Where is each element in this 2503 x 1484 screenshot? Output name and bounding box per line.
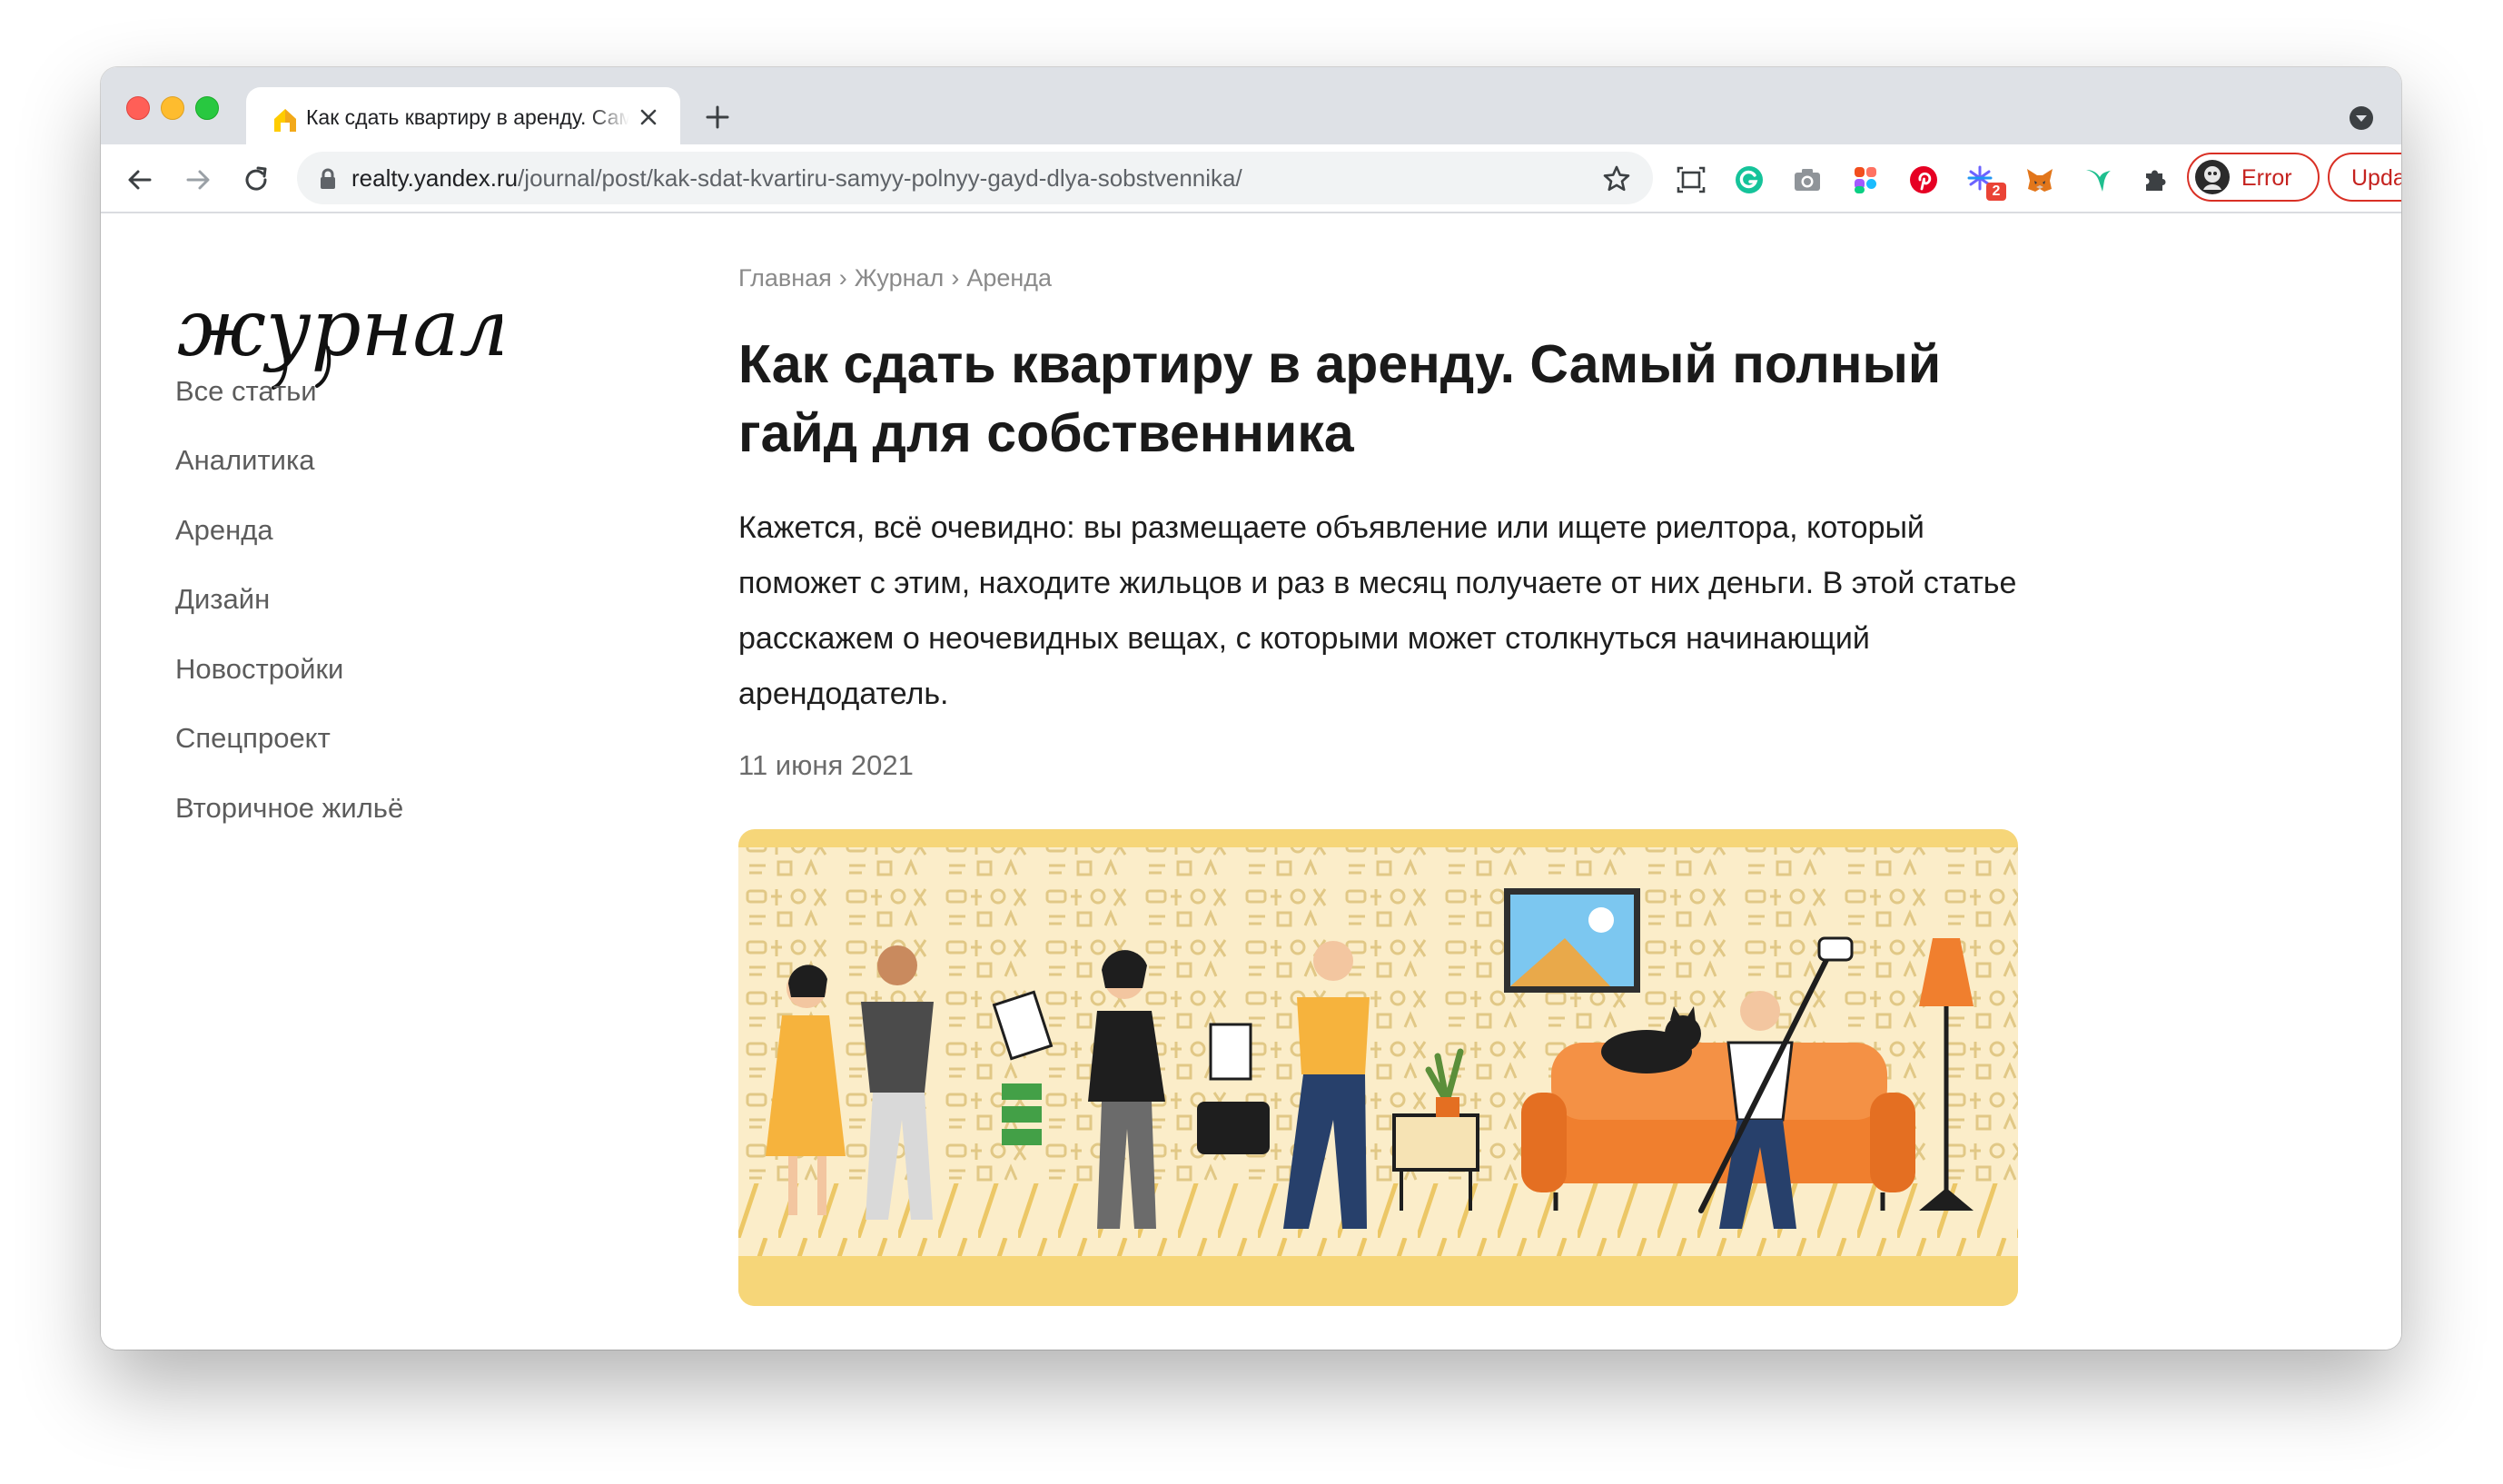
url-path: /journal/post/kak-sdat-kvartiru-samyy-po…: [518, 164, 1242, 192]
browser-window: Как сдать квартиру в аренду. Самый полны…: [101, 67, 2401, 1350]
logo-text: журнал: [177, 284, 502, 374]
close-window-button[interactable]: [126, 96, 150, 120]
url-host: realty.yandex.ru: [351, 164, 519, 192]
address-bar[interactable]: realty.yandex.ru/journal/post/kak-sdat-k…: [297, 152, 1653, 204]
profile-avatar-icon: [2195, 160, 2230, 194]
grammarly-extension-icon[interactable]: [1734, 164, 1765, 195]
new-tab-plus-icon[interactable]: [704, 104, 731, 131]
browser-toolbar: realty.yandex.ru/journal/post/kak-sdat-k…: [101, 144, 2401, 213]
update-label: Update: [2351, 165, 2401, 191]
metamask-fox-icon[interactable]: [2024, 164, 2055, 195]
web-page: журнал Все статьи Аналитика Аренда Дизай…: [101, 213, 2401, 1350]
sidebar-item-design[interactable]: Дизайн: [175, 581, 270, 618]
reload-icon[interactable]: [241, 164, 272, 195]
sidebar-item-secondary-housing[interactable]: Вторичное жильё: [175, 790, 403, 826]
close-tab-icon[interactable]: [635, 104, 662, 131]
sidebar-item-rent[interactable]: Аренда: [175, 512, 273, 549]
tab-search-dropdown-icon[interactable]: [2349, 105, 2374, 131]
maximize-window-button[interactable]: [195, 96, 219, 120]
tab-strip: Как сдать квартиру в аренду. Самый полны…: [101, 67, 2401, 145]
update-chrome-button[interactable]: Update: [2328, 153, 2401, 202]
bookmark-star-icon[interactable]: [1602, 164, 1631, 193]
sidebar-item-special-project[interactable]: Спецпроект: [175, 720, 331, 757]
url-text[interactable]: realty.yandex.ru/journal/post/kak-sdat-k…: [351, 164, 1242, 192]
breadcrumb-journal[interactable]: Журнал: [855, 264, 945, 292]
sidebar-item-analytics[interactable]: Аналитика: [175, 442, 314, 479]
figma-extension-icon[interactable]: [1850, 164, 1881, 195]
breadcrumb-separator: ›: [951, 264, 960, 292]
profile-error-button[interactable]: Error: [2187, 153, 2320, 202]
breadcrumb-home[interactable]: Главная: [738, 264, 832, 292]
apartment-rental-illustration: [738, 829, 2018, 1306]
article-hero-image: [738, 829, 2018, 1306]
extensions-puzzle-icon[interactable]: [2141, 164, 2172, 195]
hummingbird-extension-icon[interactable]: [2083, 164, 2113, 195]
article-date: 11 июня 2021: [738, 749, 914, 781]
forward-arrow-icon[interactable]: [183, 164, 213, 195]
camera-extension-icon[interactable]: [1792, 164, 1823, 195]
breadcrumb: Главная › Журнал › Аренда: [738, 262, 1052, 293]
tab-title: Как сдать квартиру в аренду. Самый полны…: [306, 105, 629, 129]
breadcrumb-rent[interactable]: Аренда: [966, 264, 1052, 292]
sidebar-item-all-articles[interactable]: Все статьи: [175, 373, 317, 410]
article-title: Как сдать квартиру в аренду. Самый полны…: [738, 334, 1942, 463]
pinterest-extension-icon[interactable]: [1908, 164, 1939, 195]
yandex-realty-favicon-icon: [274, 109, 296, 132]
error-label: Error: [2241, 165, 2292, 191]
sidebar-item-new-buildings[interactable]: Новостройки: [175, 651, 343, 688]
browser-tab-active[interactable]: Как сдать квартиру в аренду. Самый полны…: [246, 87, 680, 145]
extension-badge-count: 2: [1986, 183, 2006, 201]
screenshot-extension-icon[interactable]: [1676, 164, 1707, 195]
back-arrow-icon[interactable]: [124, 164, 155, 195]
briefcase: [1197, 1102, 1270, 1154]
breadcrumb-separator: ›: [838, 264, 847, 292]
article-lead: Кажется, всё очевидно: вы размещаете объ…: [738, 510, 2017, 711]
lock-icon[interactable]: [319, 168, 337, 190]
minimize-window-button[interactable]: [161, 96, 184, 120]
